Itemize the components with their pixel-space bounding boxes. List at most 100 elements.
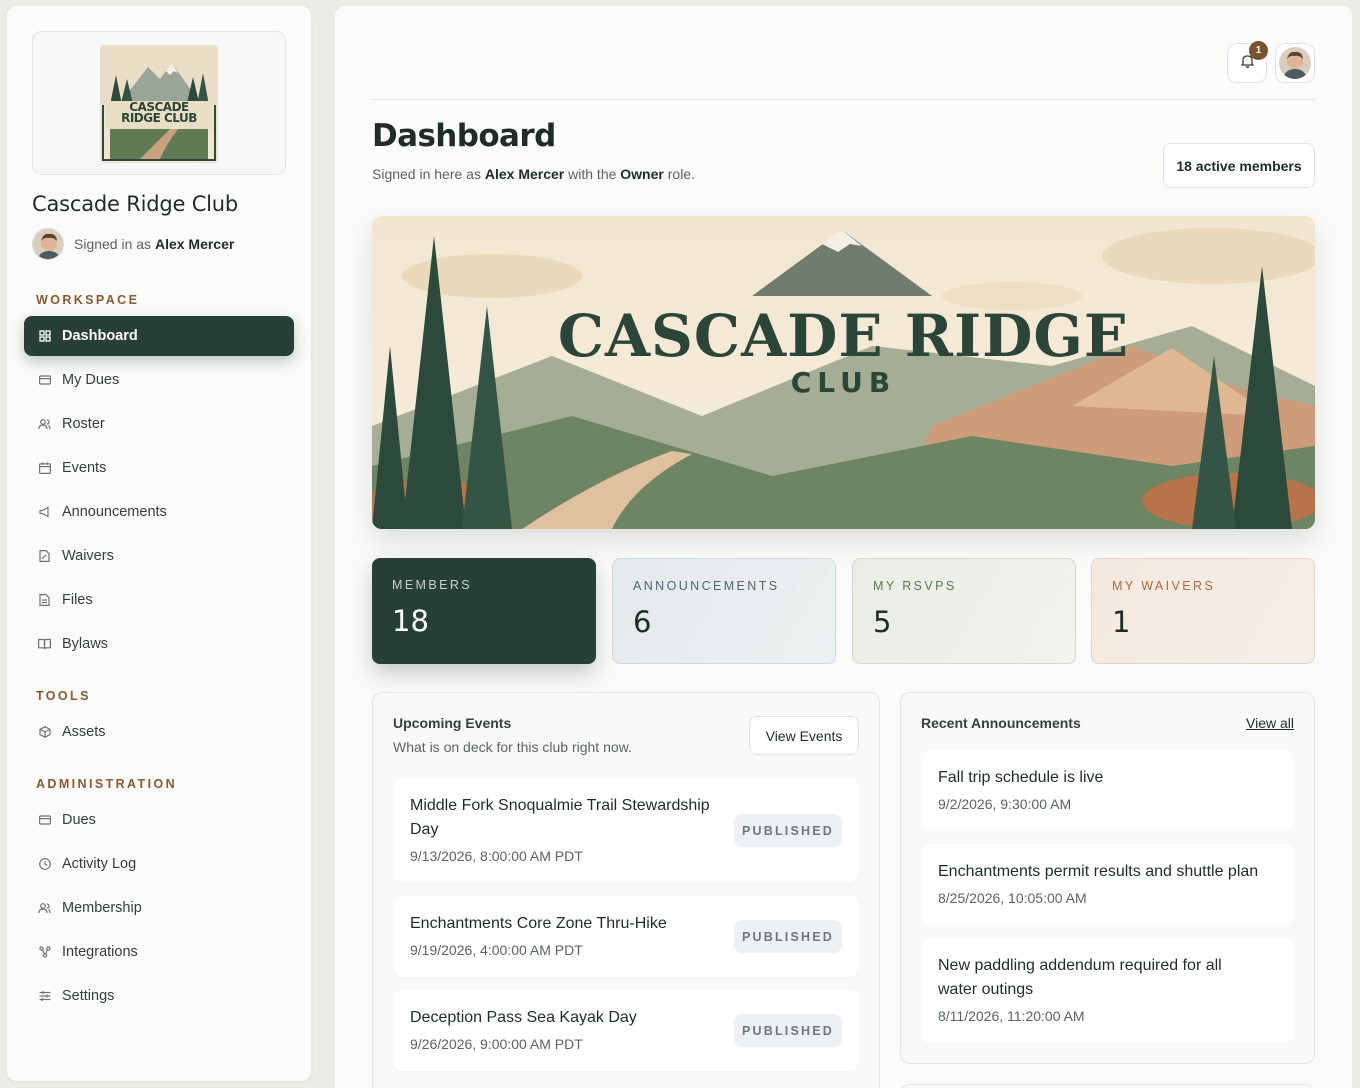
announcement-date: 8/11/2026, 11:20:00 AM [938, 1008, 1085, 1024]
sidebar-item-events[interactable]: Events [24, 448, 294, 488]
card-icon [38, 814, 51, 827]
announcement-title: New paddling addendum required for all w… [938, 957, 1222, 998]
sidebar-item-settings[interactable]: Settings [24, 976, 294, 1016]
sidebar-item-label: Announcements [62, 504, 167, 520]
status-badge: PUBLISHED [734, 920, 842, 953]
sidebar-item-label: Integrations [62, 944, 138, 960]
banner-subtitle: CLUB [790, 366, 897, 399]
file-icon [38, 594, 51, 607]
users-icon [38, 418, 51, 431]
cube-icon [38, 726, 51, 739]
stat-my-waivers: MY WAIVERS 1 [1091, 558, 1315, 664]
club-banner: CASCADE RIDGE CLUB [372, 216, 1315, 529]
subtitle-user: Alex Mercer [484, 166, 565, 182]
megaphone-icon [38, 506, 51, 519]
stat-value: 5 [873, 605, 892, 639]
sidebar-item-label: Settings [62, 988, 115, 1004]
sidebar-item-label: Dues [62, 812, 96, 828]
page-title: Dashboard [372, 118, 556, 154]
stat-value: 6 [633, 605, 652, 639]
stat-value: 1 [1112, 605, 1131, 639]
club-logo-card: CASCADE RIDGE CLUB [32, 31, 286, 175]
sidebar-item-label: Bylaws [62, 636, 108, 652]
event-title: Middle Fork Snoqualmie Trail Stewardship… [410, 797, 710, 838]
signed-in-row: Signed in as Alex Mercer [32, 228, 234, 260]
event-date: 9/19/2026, 4:00:00 AM PDT [410, 942, 583, 958]
sidebar-item-label: Events [62, 460, 107, 476]
sidebar-item-dues[interactable]: Dues [24, 800, 294, 840]
notification-badge: 1 [1249, 41, 1268, 60]
signed-in-user: Alex Mercer [154, 236, 235, 252]
sidebar: CASCADE RIDGE CLUB Cascade Ridge Club Si… [7, 6, 311, 1081]
event-title: Deception Pass Sea Kayak Day [410, 1009, 637, 1026]
announcement-date: 8/25/2026, 10:05:00 AM [938, 890, 1087, 906]
announcement-title: Fall trip schedule is live [938, 769, 1104, 786]
stat-label: ANNOUNCEMENTS [633, 579, 780, 593]
signed-in-prefix: Signed in as [74, 236, 152, 252]
event-date: 9/13/2026, 8:00:00 AM PDT [410, 848, 583, 864]
header-divider [372, 99, 1315, 100]
sidebar-item-bylaws[interactable]: Bylaws [24, 624, 294, 664]
sidebar-item-label: Membership [62, 900, 142, 916]
section-administration: ADMINISTRATION [36, 777, 177, 791]
subtitle-role: Owner [620, 166, 664, 182]
banner-title: CASCADE RIDGE [557, 302, 1130, 370]
sidebar-item-label: Waivers [62, 548, 114, 564]
sidebar-item-label: My Dues [62, 372, 120, 388]
book-icon [38, 638, 51, 651]
event-title: Enchantments Core Zone Thru-Hike [410, 915, 667, 932]
logo-text: CASCADE RIDGE CLUB [100, 100, 218, 125]
announcement-card[interactable]: Fall trip schedule is live 9/2/2026, 9:3… [921, 750, 1294, 831]
status-badge: PUBLISHED [734, 814, 842, 847]
calendar-icon [38, 462, 51, 475]
panel-title: Upcoming Events [393, 715, 512, 731]
view-all-link[interactable]: View all [1246, 715, 1294, 731]
subtitle-text-b: with the [568, 166, 617, 182]
panel-title: Recent Announcements [921, 715, 1081, 731]
sidebar-item-my-dues[interactable]: My Dues [24, 360, 294, 400]
sliders-icon [38, 990, 51, 1003]
stat-announcements: ANNOUNCEMENTS 6 [612, 558, 836, 664]
main-content: 1 Dashboard Signed in here as Alex Merce… [335, 6, 1352, 1088]
status-badge: PUBLISHED [734, 1014, 842, 1047]
section-tools: TOOLS [36, 689, 91, 703]
announcement-date: 9/2/2026, 9:30:00 AM [938, 796, 1072, 812]
sidebar-item-label: Roster [62, 416, 105, 432]
sidebar-item-waivers[interactable]: Waivers [24, 536, 294, 576]
avatar [32, 228, 64, 260]
stat-members: MEMBERS 18 [372, 558, 596, 664]
active-members-badge: 18 active members [1163, 143, 1315, 188]
event-card[interactable]: Middle Fork Snoqualmie Trail Stewardship… [393, 778, 859, 883]
event-card[interactable]: Enchantments Core Zone Thru-Hike 9/19/20… [393, 896, 859, 977]
view-events-button[interactable]: View Events [749, 716, 859, 755]
stat-label: MEMBERS [392, 578, 473, 592]
document-sign-icon [38, 550, 51, 563]
logo-wordmark: CASCADE RIDGE CLUB [121, 100, 197, 125]
users-icon [38, 902, 51, 915]
announcement-title: Enchantments permit results and shuttle … [938, 863, 1259, 880]
sidebar-item-announcements[interactable]: Announcements [24, 492, 294, 532]
panel-subtitle: What is on deck for this club right now. [393, 739, 632, 755]
sidebar-item-label: Dashboard [62, 328, 138, 344]
event-card[interactable]: Deception Pass Sea Kayak Day 9/26/2026, … [393, 990, 859, 1071]
clock-icon [38, 858, 51, 871]
sidebar-item-label: Assets [62, 724, 106, 740]
announcement-card[interactable]: New paddling addendum required for all w… [921, 938, 1294, 1043]
club-name: Cascade Ridge Club [32, 192, 239, 216]
sidebar-item-label: Activity Log [62, 856, 137, 872]
user-menu-button[interactable] [1275, 43, 1315, 83]
announcement-card[interactable]: Enchantments permit results and shuttle … [921, 844, 1294, 925]
sidebar-item-activity-log[interactable]: Activity Log [24, 844, 294, 884]
subtitle-text-c: role. [667, 166, 695, 182]
recent-announcements-panel: Recent Announcements View all Fall trip … [900, 692, 1315, 1064]
sidebar-item-assets[interactable]: Assets [24, 712, 294, 752]
upcoming-events-panel: Upcoming Events What is on deck for this… [372, 692, 880, 1088]
sidebar-item-dashboard[interactable]: Dashboard [24, 316, 294, 356]
subtitle-text-a: Signed in here as [372, 166, 481, 182]
sidebar-item-roster[interactable]: Roster [24, 404, 294, 444]
sidebar-item-integrations[interactable]: Integrations [24, 932, 294, 972]
sidebar-item-membership[interactable]: Membership [24, 888, 294, 928]
nodes-icon [38, 946, 51, 959]
sidebar-item-files[interactable]: Files [24, 580, 294, 620]
stat-my-rsvps: MY RSVPS 5 [852, 558, 1076, 664]
